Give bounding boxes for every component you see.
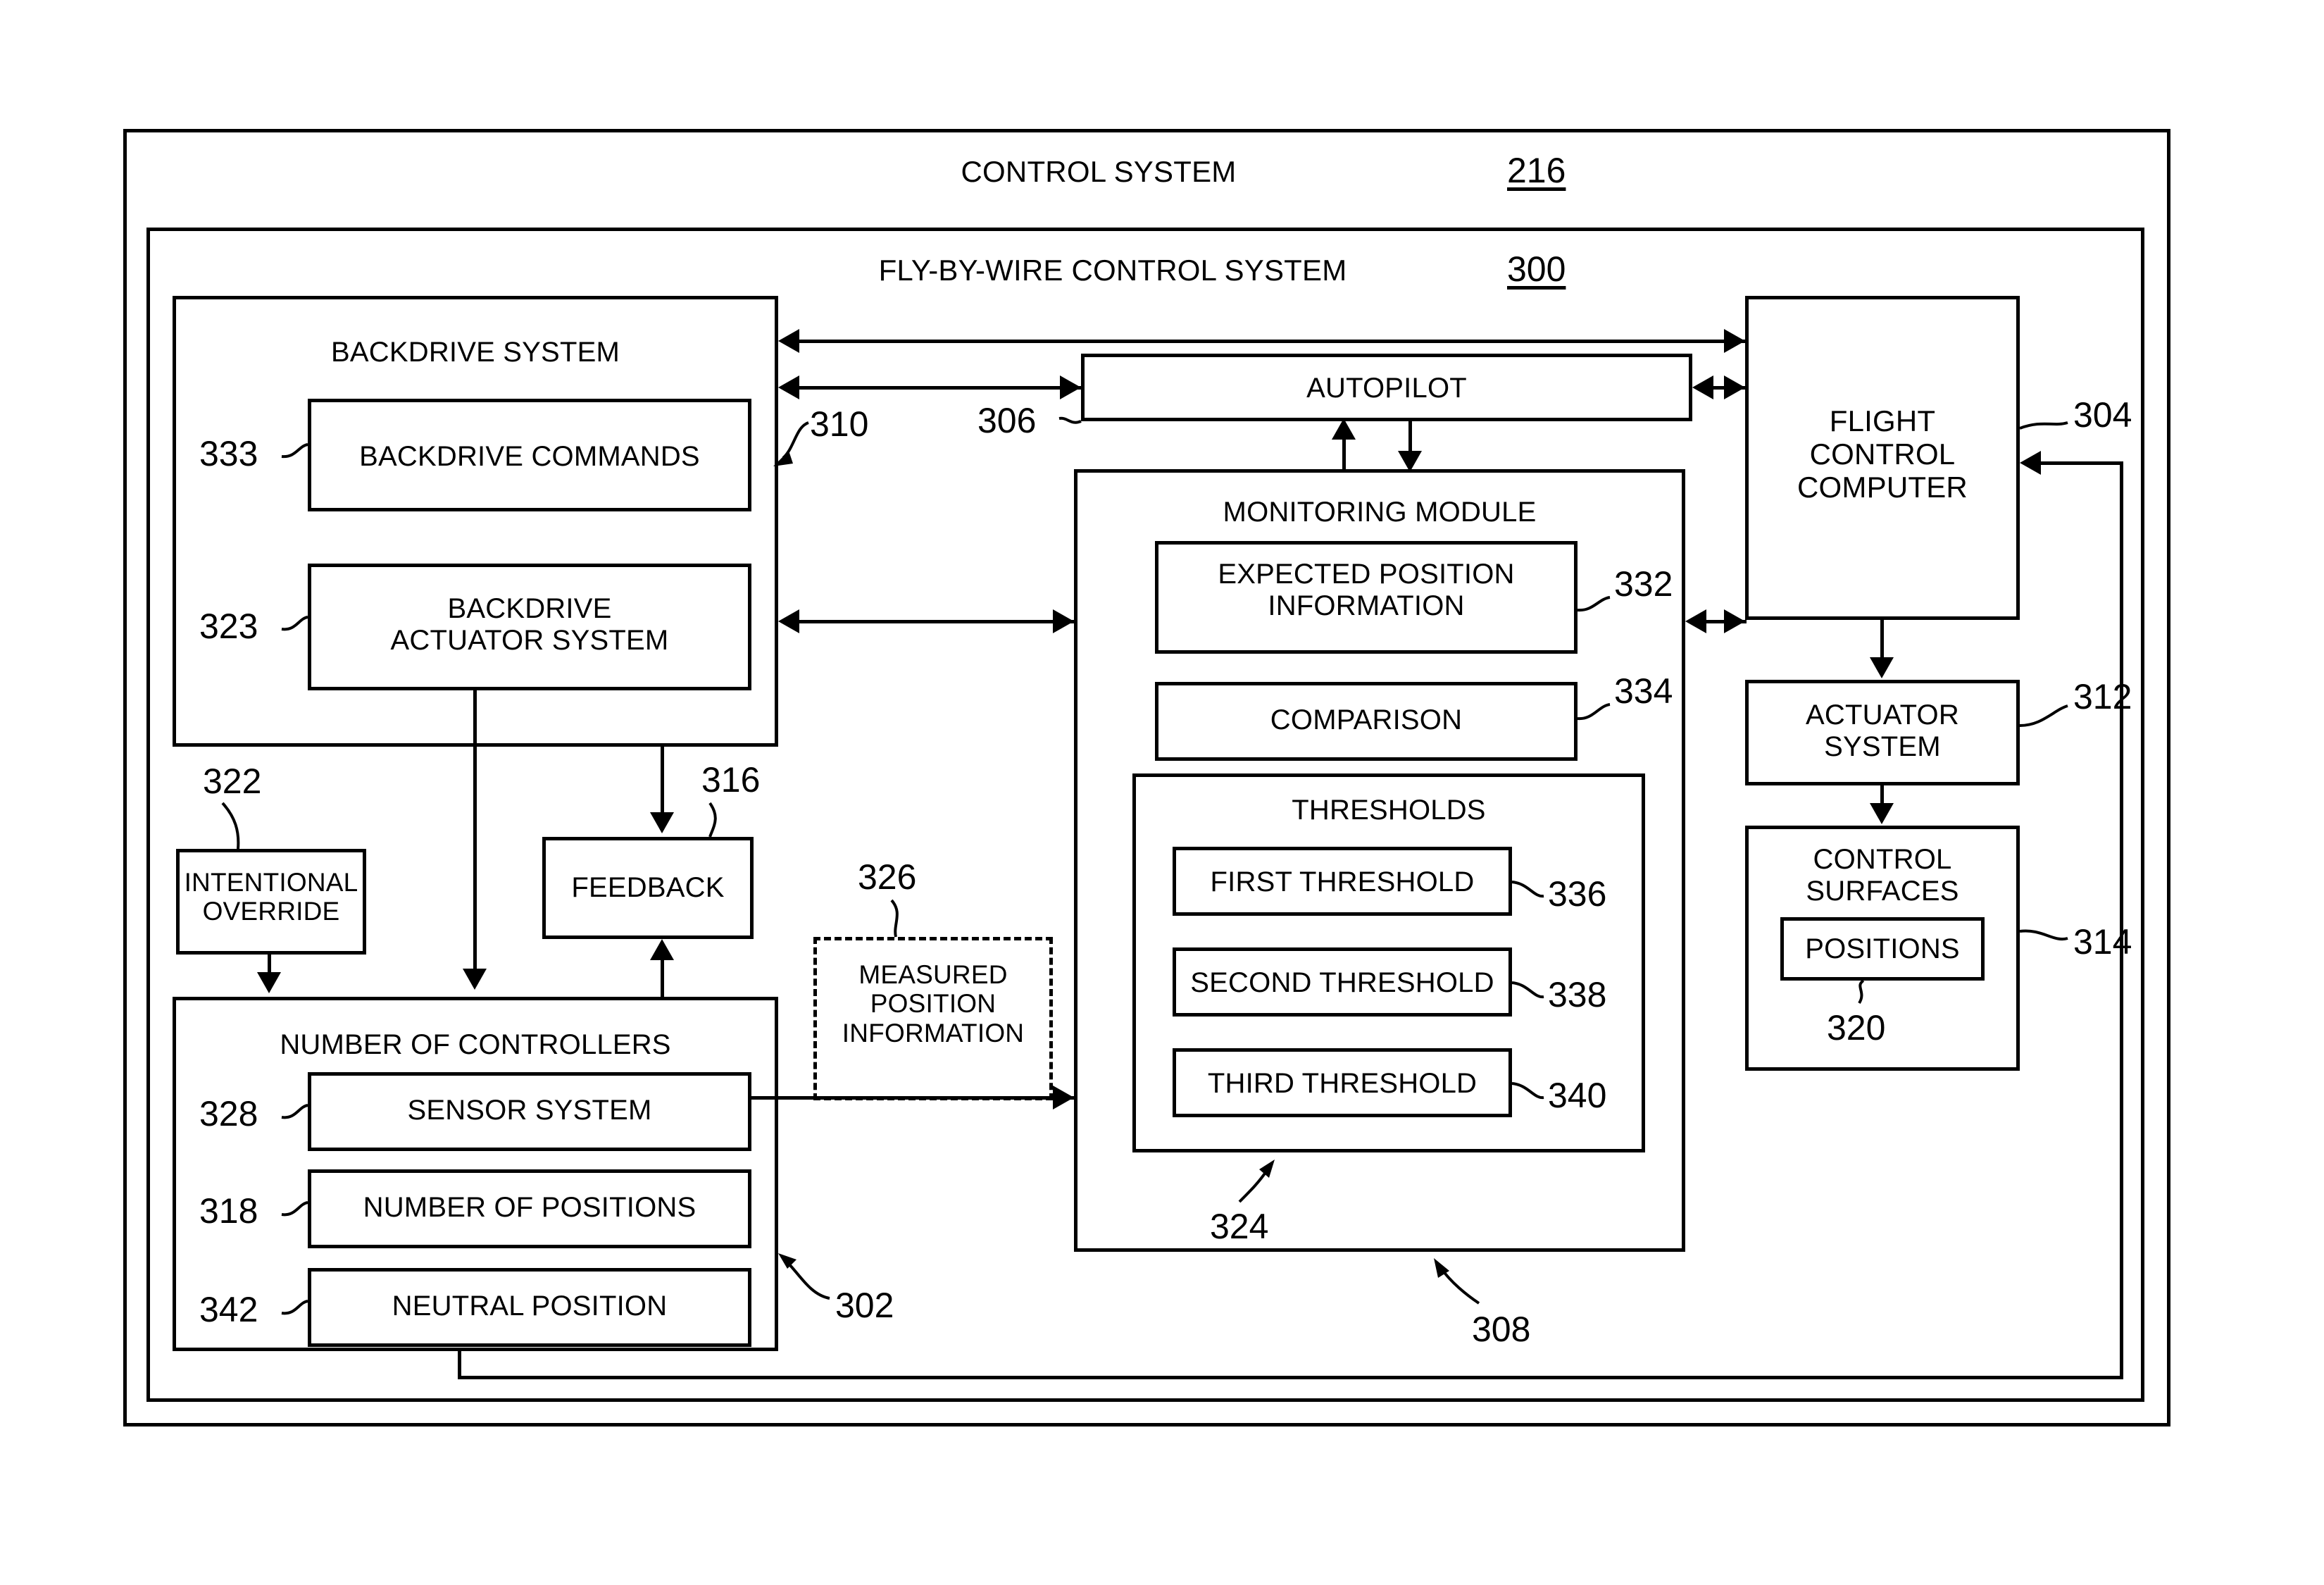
- measured-position-information-ref: 326: [858, 857, 917, 897]
- third-threshold-ref: 340: [1548, 1076, 1607, 1115]
- autopilot-to-monitoring-arrow-down: [1398, 451, 1422, 472]
- positions-label: POSITIONS: [1805, 933, 1960, 964]
- backdrive-to-monitoring-arrow-right: [1053, 609, 1074, 633]
- second-threshold-ref: 338: [1548, 975, 1607, 1014]
- sensor-to-monitoring-line: [751, 1096, 1074, 1100]
- fly-by-wire-ref: 300: [1507, 249, 1566, 289]
- first-threshold-label: FIRST THRESHOLD: [1210, 866, 1475, 897]
- number-of-positions-ref: 318: [199, 1191, 258, 1231]
- comparison-ref: 334: [1614, 671, 1673, 711]
- feedback-ref: 316: [701, 760, 761, 800]
- backdrive-commands-label: BACKDRIVE COMMANDS: [359, 441, 700, 472]
- flight-control-computer-label: FLIGHT CONTROL COMPUTER: [1797, 404, 1968, 504]
- autopilot-label: AUTOPILOT: [1306, 373, 1467, 404]
- comparison-label: COMPARISON: [1270, 704, 1463, 735]
- expected-position-information-label: EXPECTED POSITION INFORMATION: [1218, 559, 1515, 621]
- thresholds-ref: 324: [1210, 1207, 1269, 1246]
- thresholds-label: THRESHOLDS: [1292, 795, 1486, 826]
- backdrive-to-monitoring-line: [799, 620, 1074, 623]
- backdrive-to-fcc-arrow-left-top: [778, 329, 799, 353]
- backdrive-actuator-to-controllers-arrow: [463, 969, 487, 990]
- fcc-to-actuator-arrow: [1870, 657, 1894, 678]
- autopilot-to-fcc-arrow-left: [1692, 375, 1713, 399]
- backdrive-to-feedback-line: [661, 747, 664, 816]
- autopilot-ref: 306: [977, 401, 1037, 440]
- global-feedback-arrow-into-fcc: [2020, 451, 2041, 475]
- control-surfaces-label: CONTROL SURFACES: [1806, 844, 1959, 907]
- backdrive-actuator-to-controllers-line: [473, 690, 477, 972]
- controllers-to-feedback-arrow: [650, 939, 674, 960]
- backdrive-commands-ref: 333: [199, 434, 258, 473]
- backdrive-to-autopilot-arrow-right: [1060, 375, 1081, 399]
- sensor-system-ref: 328: [199, 1094, 258, 1133]
- global-feedback-line-into-fcc: [2041, 461, 2123, 465]
- neutral-position-ref: 342: [199, 1290, 258, 1329]
- feedback-label: FEEDBACK: [571, 872, 725, 903]
- third-threshold-label: THIRD THRESHOLD: [1207, 1068, 1478, 1099]
- number-of-controllers-ref: 302: [835, 1286, 894, 1325]
- fcc-to-actuator-line: [1880, 620, 1884, 661]
- autopilot-to-fcc-arrow-right: [1724, 375, 1745, 399]
- global-feedback-line-vert-left: [458, 1351, 461, 1379]
- number-of-positions-label: NUMBER OF POSITIONS: [363, 1192, 696, 1223]
- figure-canvas: CONTROL SYSTEM 216 FLY-BY-WIRE CONTROL S…: [0, 0, 2324, 1585]
- expected-position-information-ref: 332: [1614, 564, 1673, 604]
- backdrive-link-ref: 310: [810, 404, 869, 444]
- backdrive-actuator-system-ref: 323: [199, 607, 258, 646]
- measured-position-information-label: MEASURED POSITION INFORMATION: [842, 960, 1025, 1048]
- sensor-system-label: SENSOR SYSTEM: [407, 1095, 652, 1126]
- flight-control-computer-ref: 304: [2073, 395, 2132, 435]
- monitoring-module-label: MONITORING MODULE: [1223, 497, 1537, 528]
- backdrive-to-monitoring-arrow-left: [778, 609, 799, 633]
- override-to-controllers-arrow: [257, 972, 281, 993]
- monitoring-to-fcc-arrow-left: [1685, 609, 1706, 633]
- backdrive-to-autopilot-arrow-left: [778, 375, 799, 399]
- number-of-controllers-label: NUMBER OF CONTROLLERS: [280, 1029, 671, 1060]
- backdrive-to-feedback-arrow: [650, 812, 674, 833]
- positions-ref: 320: [1827, 1008, 1886, 1048]
- actuator-system-label: ACTUATOR SYSTEM: [1806, 700, 1959, 762]
- intentional-override-ref: 322: [203, 762, 262, 801]
- fly-by-wire-title: FLY-BY-WIRE CONTROL SYSTEM: [878, 254, 1347, 287]
- first-threshold-ref: 336: [1548, 874, 1607, 914]
- global-feedback-line-bottom: [458, 1376, 2123, 1379]
- backdrive-to-fcc-line-top: [799, 340, 1747, 343]
- backdrive-actuator-system-label: BACKDRIVE ACTUATOR SYSTEM: [390, 593, 669, 656]
- neutral-position-label: NEUTRAL POSITION: [392, 1291, 668, 1322]
- actuator-to-control-surfaces-arrow: [1870, 803, 1894, 824]
- control-system-ref: 216: [1507, 151, 1566, 190]
- autopilot-to-monitoring-line-down: [1408, 421, 1412, 455]
- second-threshold-label: SECOND THRESHOLD: [1190, 967, 1494, 998]
- monitoring-module-ref: 308: [1472, 1310, 1531, 1349]
- global-feedback-line-vert-right: [2120, 461, 2123, 1379]
- backdrive-to-fcc-arrow-right-top: [1724, 329, 1745, 353]
- monitoring-to-autopilot-line-up: [1342, 437, 1346, 472]
- monitoring-to-fcc-arrow-right: [1724, 609, 1745, 633]
- controllers-to-feedback-line: [661, 958, 664, 999]
- intentional-override-label: INTENTIONAL OVERRIDE: [184, 868, 358, 926]
- monitoring-to-autopilot-arrow-up: [1332, 418, 1356, 440]
- backdrive-system-label: BACKDRIVE SYSTEM: [331, 337, 620, 368]
- backdrive-to-autopilot-line: [799, 386, 1081, 390]
- sensor-to-monitoring-arrow: [1053, 1086, 1074, 1110]
- control-system-title: CONTROL SYSTEM: [961, 155, 1237, 188]
